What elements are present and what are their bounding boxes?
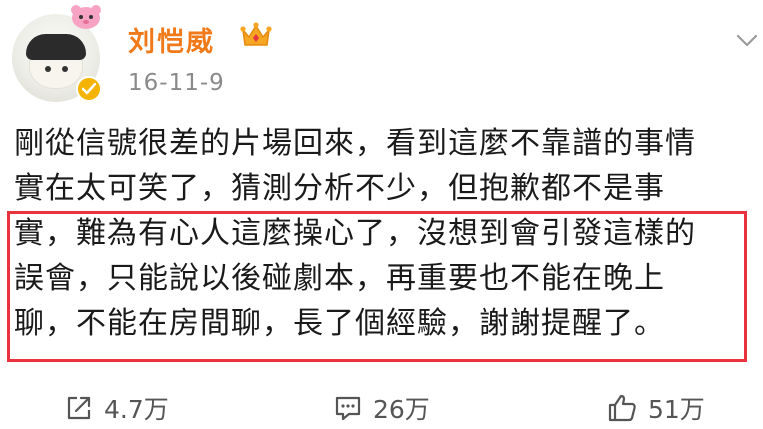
thumbs-up-icon: [608, 394, 636, 422]
author-name[interactable]: 刘恺威: [128, 20, 215, 59]
like-button[interactable]: 51万: [606, 392, 705, 424]
weibo-post: 刘恺威 16-11-9 剛從信號很差的片場回來，看到這麼不靠譜的事情 實在太可笑…: [0, 0, 763, 429]
avatar-hair: [26, 34, 86, 60]
crown-icon: [240, 22, 272, 46]
like-count: 51万: [648, 395, 705, 424]
comment-button[interactable]: 26万: [333, 392, 430, 424]
vip-check-icon: [76, 76, 102, 102]
avatar-pendant-icon: [71, 5, 101, 29]
share-icon: [67, 396, 91, 420]
avatar-eye-right: [62, 66, 68, 72]
highlight-box: [7, 211, 747, 362]
comment-icon: [335, 396, 361, 421]
post-line: 剛從信號很差的片場回來，看到這麼不靠譜的事情: [14, 126, 696, 161]
share-count: 4.7万: [104, 395, 169, 424]
chevron-down-icon[interactable]: [736, 34, 758, 48]
comment-count: 26万: [373, 395, 430, 424]
post-line: 實在太可笑了，猜測分析不少，但抱歉都不是事: [14, 171, 665, 206]
action-bar: 4.7万 26万 51万: [0, 386, 763, 429]
post-date: 16-11-9: [128, 70, 225, 96]
avatar-eye-left: [45, 66, 51, 72]
share-button[interactable]: 4.7万: [64, 392, 169, 424]
